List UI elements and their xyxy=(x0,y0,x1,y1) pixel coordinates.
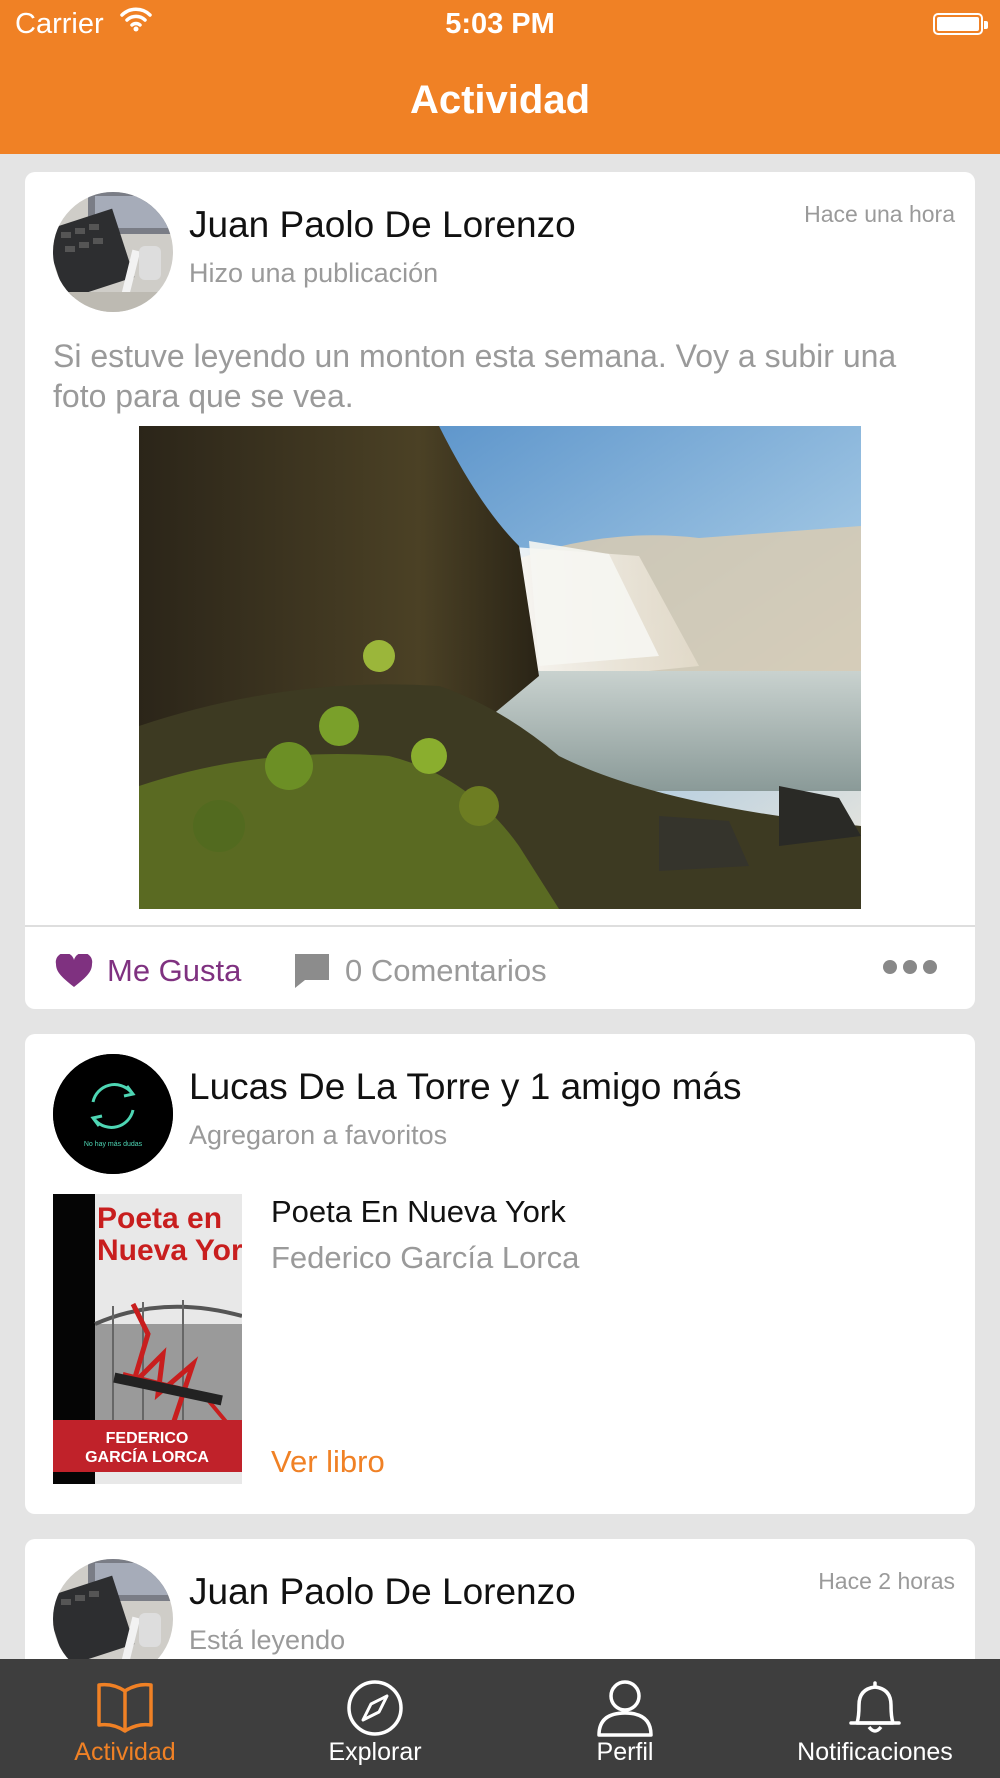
cover-author-line1: FEDERICO xyxy=(106,1430,189,1447)
post-photo[interactable] xyxy=(139,426,861,909)
book-cover[interactable]: Poeta en Nueva York FEDERICO GARCÍA LORC… xyxy=(53,1194,242,1484)
timestamp: Hace 2 horas xyxy=(818,1568,955,1594)
tab-actividad[interactable]: Actividad xyxy=(0,1659,250,1778)
avatar-caption: No hay más dudas xyxy=(84,1141,143,1148)
activity-card-post: Juan Paolo De Lorenzo Hizo una publicaci… xyxy=(25,172,975,1009)
user-name[interactable]: Juan Paolo De Lorenzo xyxy=(189,1571,576,1613)
cover-title-line1: Poeta en xyxy=(97,1202,222,1235)
activity-type: Hizo una publicación xyxy=(189,258,439,288)
navigation-bar: Actividad xyxy=(0,50,1000,154)
user-name[interactable]: Lucas De La Torre y 1 amigo más xyxy=(189,1066,742,1108)
tab-label: Explorar xyxy=(328,1738,422,1766)
tab-label: Notificaciones xyxy=(797,1738,953,1766)
avatar[interactable]: No hay más dudas xyxy=(53,1054,173,1174)
tab-bar: Actividad Explorar Perfil Notificaciones xyxy=(0,1659,1000,1778)
battery-icon xyxy=(933,13,988,35)
tab-explorar[interactable]: Explorar xyxy=(250,1659,500,1778)
view-book-link[interactable]: Ver libro xyxy=(271,1444,385,1480)
ellipsis-icon xyxy=(883,960,897,974)
tab-perfil[interactable]: Perfil xyxy=(500,1659,750,1778)
person-icon xyxy=(597,1680,653,1737)
activity-type: Está leyendo xyxy=(189,1625,346,1655)
post-text: Si estuve leyendo un monton esta semana.… xyxy=(53,338,897,414)
timestamp: Hace una hora xyxy=(804,201,955,227)
page-title: Actividad xyxy=(409,78,591,122)
like-label: Me Gusta xyxy=(107,953,242,988)
cover-title-line2: Nueva York xyxy=(97,1234,242,1267)
activity-type: Agregaron a favoritos xyxy=(189,1120,448,1150)
user-name[interactable]: Juan Paolo De Lorenzo xyxy=(189,204,576,246)
more-options-button[interactable] xyxy=(877,960,937,974)
compass-icon xyxy=(347,1680,403,1736)
clock: 5:03 PM xyxy=(445,8,555,40)
bell-icon xyxy=(849,1681,901,1733)
book-title[interactable]: Poeta En Nueva York xyxy=(271,1194,566,1230)
comments-button[interactable]: 0 Comentarios xyxy=(293,948,547,994)
comment-icon xyxy=(295,954,329,988)
cover-author-line2: GARCÍA LORCA xyxy=(85,1447,209,1466)
heart-icon xyxy=(55,954,93,987)
book-icon xyxy=(97,1682,153,1733)
comments-label: 0 Comentarios xyxy=(345,953,547,988)
status-bar: Carrier 5:03 PM xyxy=(0,0,1000,50)
divider xyxy=(25,925,975,927)
book-author: Federico García Lorca xyxy=(271,1240,580,1275)
like-button[interactable]: Me Gusta xyxy=(55,948,241,994)
avatar[interactable] xyxy=(53,192,173,312)
activity-card-favorite: No hay más dudas Lucas De La Torre y 1 a… xyxy=(25,1034,975,1514)
tab-label: Actividad xyxy=(74,1738,176,1766)
tab-notificaciones[interactable]: Notificaciones xyxy=(750,1659,1000,1778)
tab-label: Perfil xyxy=(596,1738,654,1766)
